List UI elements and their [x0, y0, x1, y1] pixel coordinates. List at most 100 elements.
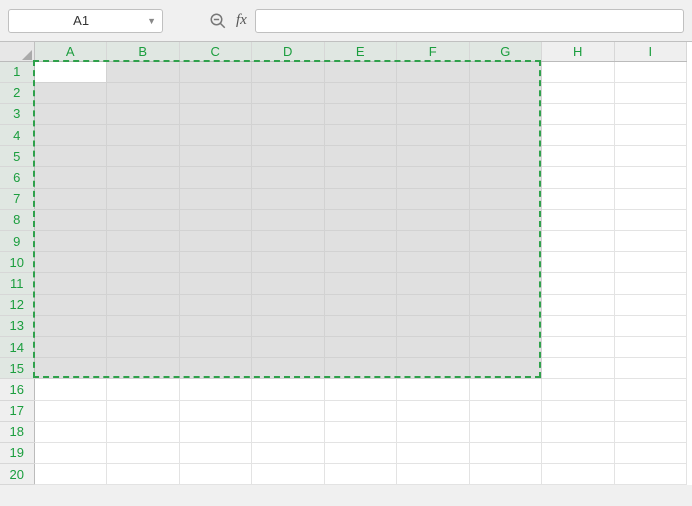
cell-B10[interactable]: [107, 252, 180, 273]
column-header-G[interactable]: G: [469, 42, 542, 61]
cell-D4[interactable]: [252, 125, 325, 146]
cell-D1[interactable]: [252, 61, 325, 82]
row-header-2[interactable]: 2: [0, 82, 34, 103]
cell-I8[interactable]: [614, 209, 687, 230]
cell-H11[interactable]: [542, 273, 615, 294]
cell-C12[interactable]: [179, 294, 252, 315]
cell-H17[interactable]: [542, 400, 615, 421]
cell-C7[interactable]: [179, 188, 252, 209]
cell-I6[interactable]: [614, 167, 687, 188]
cell-I15[interactable]: [614, 358, 687, 379]
cell-C6[interactable]: [179, 167, 252, 188]
cell-I7[interactable]: [614, 188, 687, 209]
cell-A20[interactable]: [34, 464, 107, 485]
cell-B15[interactable]: [107, 358, 180, 379]
column-header-A[interactable]: A: [34, 42, 107, 61]
row-header-16[interactable]: 16: [0, 379, 34, 400]
cell-H7[interactable]: [542, 188, 615, 209]
cell-F10[interactable]: [397, 252, 470, 273]
cell-B2[interactable]: [107, 82, 180, 103]
cell-C10[interactable]: [179, 252, 252, 273]
cell-D7[interactable]: [252, 188, 325, 209]
cell-C11[interactable]: [179, 273, 252, 294]
cell-I19[interactable]: [614, 442, 687, 463]
cell-E11[interactable]: [324, 273, 397, 294]
cell-D14[interactable]: [252, 336, 325, 357]
cell-A18[interactable]: [34, 421, 107, 442]
cell-G15[interactable]: [469, 358, 542, 379]
cell-C18[interactable]: [179, 421, 252, 442]
cell-G14[interactable]: [469, 336, 542, 357]
cell-H15[interactable]: [542, 358, 615, 379]
cell-H6[interactable]: [542, 167, 615, 188]
cell-B17[interactable]: [107, 400, 180, 421]
cell-H19[interactable]: [542, 442, 615, 463]
cell-A10[interactable]: [34, 252, 107, 273]
cell-I12[interactable]: [614, 294, 687, 315]
cell-A16[interactable]: [34, 379, 107, 400]
cell-F3[interactable]: [397, 103, 470, 124]
cell-D11[interactable]: [252, 273, 325, 294]
name-box-dropdown-icon[interactable]: ▼: [145, 16, 158, 26]
cell-B9[interactable]: [107, 231, 180, 252]
row-header-14[interactable]: 14: [0, 336, 34, 357]
cell-D10[interactable]: [252, 252, 325, 273]
column-header-H[interactable]: H: [542, 42, 615, 61]
cell-C13[interactable]: [179, 315, 252, 336]
cell-I18[interactable]: [614, 421, 687, 442]
cell-D20[interactable]: [252, 464, 325, 485]
cell-C9[interactable]: [179, 231, 252, 252]
cell-F6[interactable]: [397, 167, 470, 188]
cell-G11[interactable]: [469, 273, 542, 294]
cell-E9[interactable]: [324, 231, 397, 252]
cell-C20[interactable]: [179, 464, 252, 485]
cell-D12[interactable]: [252, 294, 325, 315]
cell-I20[interactable]: [614, 464, 687, 485]
row-header-20[interactable]: 20: [0, 464, 34, 485]
cell-D2[interactable]: [252, 82, 325, 103]
cell-G6[interactable]: [469, 167, 542, 188]
column-header-C[interactable]: C: [179, 42, 252, 61]
cell-I13[interactable]: [614, 315, 687, 336]
cell-C17[interactable]: [179, 400, 252, 421]
cell-B8[interactable]: [107, 209, 180, 230]
cell-B7[interactable]: [107, 188, 180, 209]
cell-I1[interactable]: [614, 61, 687, 82]
cell-C15[interactable]: [179, 358, 252, 379]
cell-H13[interactable]: [542, 315, 615, 336]
formula-input[interactable]: [255, 9, 684, 33]
cell-E2[interactable]: [324, 82, 397, 103]
row-header-15[interactable]: 15: [0, 358, 34, 379]
cell-I11[interactable]: [614, 273, 687, 294]
cell-F2[interactable]: [397, 82, 470, 103]
cell-E5[interactable]: [324, 146, 397, 167]
row-header-5[interactable]: 5: [0, 146, 34, 167]
cell-G1[interactable]: [469, 61, 542, 82]
column-header-D[interactable]: D: [252, 42, 325, 61]
cell-H5[interactable]: [542, 146, 615, 167]
cell-G20[interactable]: [469, 464, 542, 485]
cell-H4[interactable]: [542, 125, 615, 146]
cell-E19[interactable]: [324, 442, 397, 463]
cell-B1[interactable]: [107, 61, 180, 82]
cell-D13[interactable]: [252, 315, 325, 336]
cell-C16[interactable]: [179, 379, 252, 400]
cell-A15[interactable]: [34, 358, 107, 379]
cell-D16[interactable]: [252, 379, 325, 400]
cell-A7[interactable]: [34, 188, 107, 209]
cell-C3[interactable]: [179, 103, 252, 124]
cell-D8[interactable]: [252, 209, 325, 230]
cell-F19[interactable]: [397, 442, 470, 463]
cell-B19[interactable]: [107, 442, 180, 463]
cell-E7[interactable]: [324, 188, 397, 209]
row-header-10[interactable]: 10: [0, 252, 34, 273]
row-header-1[interactable]: 1: [0, 61, 34, 82]
cell-E16[interactable]: [324, 379, 397, 400]
cell-I16[interactable]: [614, 379, 687, 400]
cell-D6[interactable]: [252, 167, 325, 188]
cell-I3[interactable]: [614, 103, 687, 124]
cell-F16[interactable]: [397, 379, 470, 400]
cell-I9[interactable]: [614, 231, 687, 252]
row-header-17[interactable]: 17: [0, 400, 34, 421]
cell-A14[interactable]: [34, 336, 107, 357]
